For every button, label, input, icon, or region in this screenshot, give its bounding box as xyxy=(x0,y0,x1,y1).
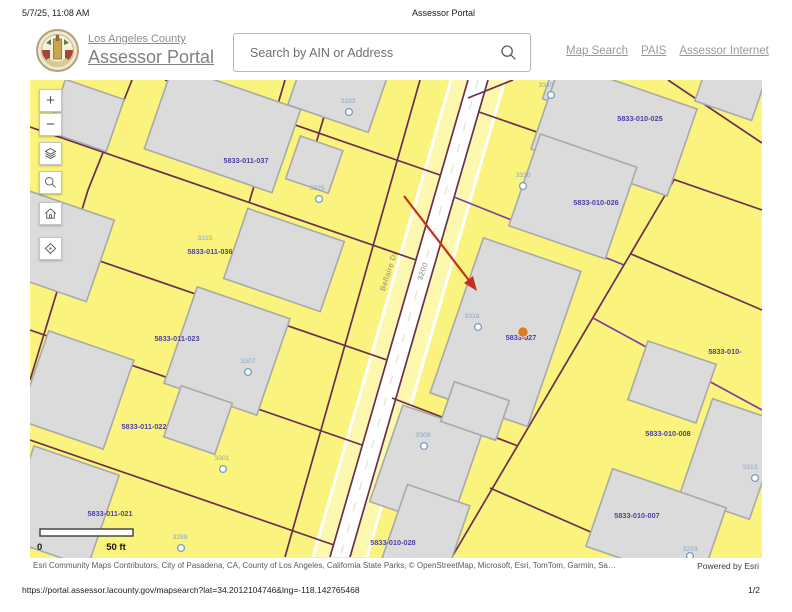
plus-icon: + xyxy=(46,93,55,108)
parcel-basemap[interactable]: Bellaire Dr 3200 5833-011-0375833-011-03… xyxy=(30,80,762,558)
address-point-marker[interactable] xyxy=(220,466,227,473)
home-icon xyxy=(43,206,58,221)
address-point-label: 3333 xyxy=(340,98,355,105)
magnifier-icon xyxy=(43,175,58,190)
layers-icon xyxy=(43,146,58,161)
address-point-marker[interactable] xyxy=(475,324,482,331)
address-point-label: 3313 xyxy=(742,464,757,471)
address-point-marker[interactable] xyxy=(520,183,527,190)
address-point-marker[interactable] xyxy=(421,443,428,450)
parcel-number-label: 5833-010-026 xyxy=(573,198,618,207)
search-box[interactable] xyxy=(233,33,531,72)
address-point-label: 3325 xyxy=(309,185,324,192)
address-point-marker[interactable] xyxy=(548,92,555,99)
printed-page: 5/7/25, 11:08 AM Assessor Portal Los Ang… xyxy=(0,0,792,612)
header-nav: Map Search PAIS Assessor Internet xyxy=(566,45,769,57)
minus-icon: − xyxy=(46,117,55,132)
address-point-label: 3307 xyxy=(240,358,255,365)
map-search-button[interactable] xyxy=(39,171,62,194)
parcel-number-label: 5833-010-025 xyxy=(617,114,662,123)
parcel-number-label: 5833-010-008 xyxy=(645,429,690,438)
search-input[interactable] xyxy=(248,45,500,61)
locate-icon xyxy=(43,241,58,256)
scale-zero-label: 0 xyxy=(37,542,42,553)
portal-home-link[interactable]: Assessor Portal xyxy=(88,47,214,68)
zoom-in-button[interactable]: + xyxy=(39,89,62,112)
nav-assessor-internet[interactable]: Assessor Internet xyxy=(679,45,768,57)
nav-pais[interactable]: PAIS xyxy=(641,45,666,57)
layers-button[interactable] xyxy=(39,142,62,165)
address-point-marker[interactable] xyxy=(752,475,759,482)
print-footer-url: https://portal.assessor.lacounty.gov/map… xyxy=(22,585,360,595)
home-extent-button[interactable] xyxy=(39,202,62,225)
map-attribution-row: Esri Community Maps Contributors, City o… xyxy=(33,561,759,571)
address-point-marker[interactable] xyxy=(346,109,353,116)
locate-button[interactable] xyxy=(39,237,62,260)
zoom-out-button[interactable]: − xyxy=(39,113,62,136)
la-county-seal-logo[interactable] xyxy=(36,29,79,72)
address-point-label: 3301 xyxy=(214,455,229,462)
attribution-text: Esri Community Maps Contributors, City o… xyxy=(33,561,616,571)
address-point-label: 3340 xyxy=(538,82,553,89)
address-point-label: 3318 xyxy=(464,313,479,320)
parcel-number-label: 5833-011-036 xyxy=(187,247,232,256)
search-icon[interactable] xyxy=(500,44,517,61)
parcel-number-label: 5833-011-021 xyxy=(87,509,132,518)
parcel-number-label: 5833-010-028 xyxy=(370,538,415,547)
address-point-label: 3330 xyxy=(515,172,530,179)
powered-by-esri: Powered by Esri xyxy=(697,561,759,571)
address-point-marker[interactable] xyxy=(316,196,323,203)
scale-distance-label: 50 ft xyxy=(106,542,126,553)
print-footer-page-number: 1/2 xyxy=(748,585,760,595)
address-point-label: 3308 xyxy=(415,432,430,439)
map-canvas[interactable]: Bellaire Dr 3200 5833-011-0375833-011-03… xyxy=(30,80,762,558)
parcel-number-label: 5833-011-022 xyxy=(121,422,166,431)
parcel-number-label: 5833-011-037 xyxy=(223,156,268,165)
address-point-label: 3315 xyxy=(197,235,212,242)
print-datetime: 5/7/25, 11:08 AM xyxy=(22,8,89,18)
address-point-label: 3289 xyxy=(172,534,187,541)
address-point-marker[interactable] xyxy=(178,545,185,552)
selected-parcel-marker[interactable] xyxy=(518,327,528,337)
address-point-marker[interactable] xyxy=(245,369,252,376)
print-title: Assessor Portal xyxy=(412,8,475,18)
address-point-marker[interactable] xyxy=(687,553,694,558)
county-link[interactable]: Los Angeles County xyxy=(88,33,186,45)
parcel-number-label: 5833-010-007 xyxy=(614,511,659,520)
parcel-number-label: 5833-011-023 xyxy=(154,334,199,343)
address-point-label: 3293 xyxy=(682,546,697,553)
nav-map-search[interactable]: Map Search xyxy=(566,45,628,57)
parcel-number-label: 5833-010- xyxy=(708,347,742,356)
